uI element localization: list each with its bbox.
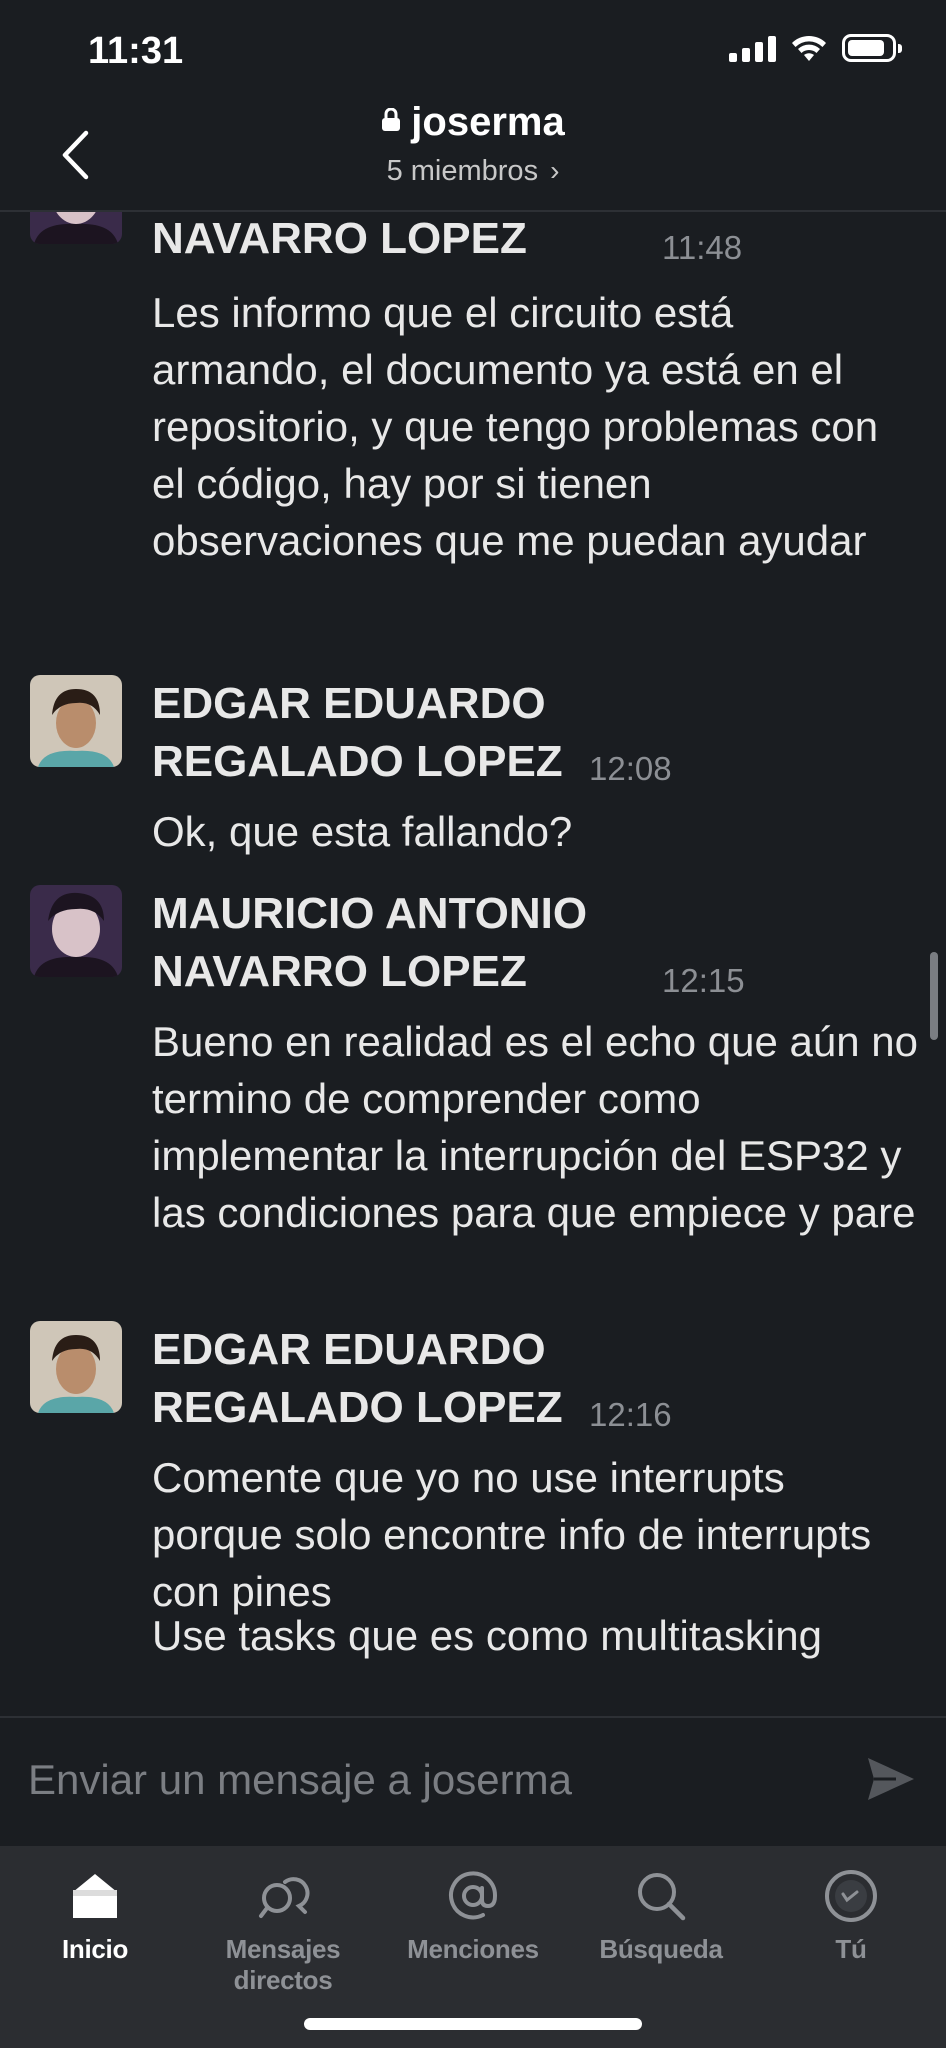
- avatar[interactable]: [30, 1321, 122, 1413]
- avatar[interactable]: [30, 212, 122, 244]
- home-icon: [73, 1874, 117, 1918]
- wifi-icon: [792, 35, 826, 61]
- avatar[interactable]: [30, 675, 122, 767]
- search-icon: [638, 1873, 686, 1921]
- battery-icon: [842, 34, 902, 62]
- user-photo-edgar: [30, 675, 122, 767]
- user-photo-edgar: [30, 1321, 122, 1413]
- message-time: 11:48: [662, 229, 743, 266]
- status-bar: 11:31: [0, 0, 946, 100]
- tab-label: Inicio: [61, 1934, 129, 1964]
- tab-tu[interactable]: Tú: [756, 1868, 946, 1965]
- direct-messages-icon: [259, 1877, 310, 1918]
- message-input[interactable]: [28, 1750, 828, 1810]
- message-time: 12:08: [589, 750, 672, 787]
- cellular-signal-icon: [729, 34, 776, 62]
- message-author[interactable]: MAURICIO ANTONIO NAVARRO LOPEZ: [152, 885, 672, 1001]
- message-author[interactable]: MAURICIO ANTONIO NAVARRO LOPEZ: [152, 212, 672, 268]
- message-list[interactable]: MAURICIO ANTONIO NAVARRO LOPEZ 11:48 Les…: [0, 212, 946, 1716]
- tab-mensajes-directos[interactable]: Mensajes directos: [188, 1868, 378, 1996]
- message-composer: [0, 1716, 946, 1848]
- message-time: 12:15: [662, 962, 745, 999]
- status-time: 11:31: [88, 30, 184, 72]
- tab-busqueda[interactable]: Búsqueda: [566, 1868, 756, 1965]
- message-text: Les informo que el circuito está armando…: [152, 289, 890, 564]
- channel-header: joserma 5 miembros ›: [0, 100, 946, 212]
- tab-inicio[interactable]: Inicio: [0, 1868, 190, 1965]
- tab-label: Mensajes directos: [225, 1934, 341, 1995]
- tab-label: Tú: [835, 1934, 867, 1964]
- status-icons: [729, 34, 902, 62]
- user-photo-mauricio: [30, 885, 122, 977]
- avatar[interactable]: [30, 885, 122, 977]
- profile-icon: [825, 1870, 877, 1922]
- message-text: Comente que yo no use interrupts porque …: [152, 1454, 883, 1615]
- tab-menciones[interactable]: Menciones: [378, 1868, 568, 1965]
- at-mention-icon: [449, 1871, 498, 1920]
- tab-bar: Inicio Mensajes directos Menciones Búsqu…: [0, 1846, 946, 2048]
- tab-label: Menciones: [407, 1934, 539, 1964]
- message-text-continuation: Use tasks que es como multitasking: [152, 1612, 822, 1659]
- message-text: Bueno en realidad es el echo que aún no …: [152, 1018, 930, 1236]
- chevron-right-icon: ›: [550, 155, 560, 186]
- send-icon: [868, 1758, 914, 1800]
- channel-members-link[interactable]: 5 miembros ›: [0, 155, 946, 188]
- home-indicator[interactable]: [304, 2018, 642, 2030]
- user-photo-mauricio: [30, 212, 122, 244]
- message-time: 12:16: [589, 1396, 672, 1433]
- message-text: Ok, que esta fallando?: [152, 808, 573, 855]
- members-count: 5 miembros: [386, 155, 539, 187]
- channel-name: joserma: [411, 100, 565, 144]
- channel-title[interactable]: joserma: [0, 100, 946, 145]
- tab-label: Búsqueda: [599, 1934, 723, 1964]
- send-button[interactable]: [866, 1756, 916, 1807]
- lock-icon: [382, 108, 401, 132]
- scrollbar[interactable]: [930, 952, 938, 1040]
